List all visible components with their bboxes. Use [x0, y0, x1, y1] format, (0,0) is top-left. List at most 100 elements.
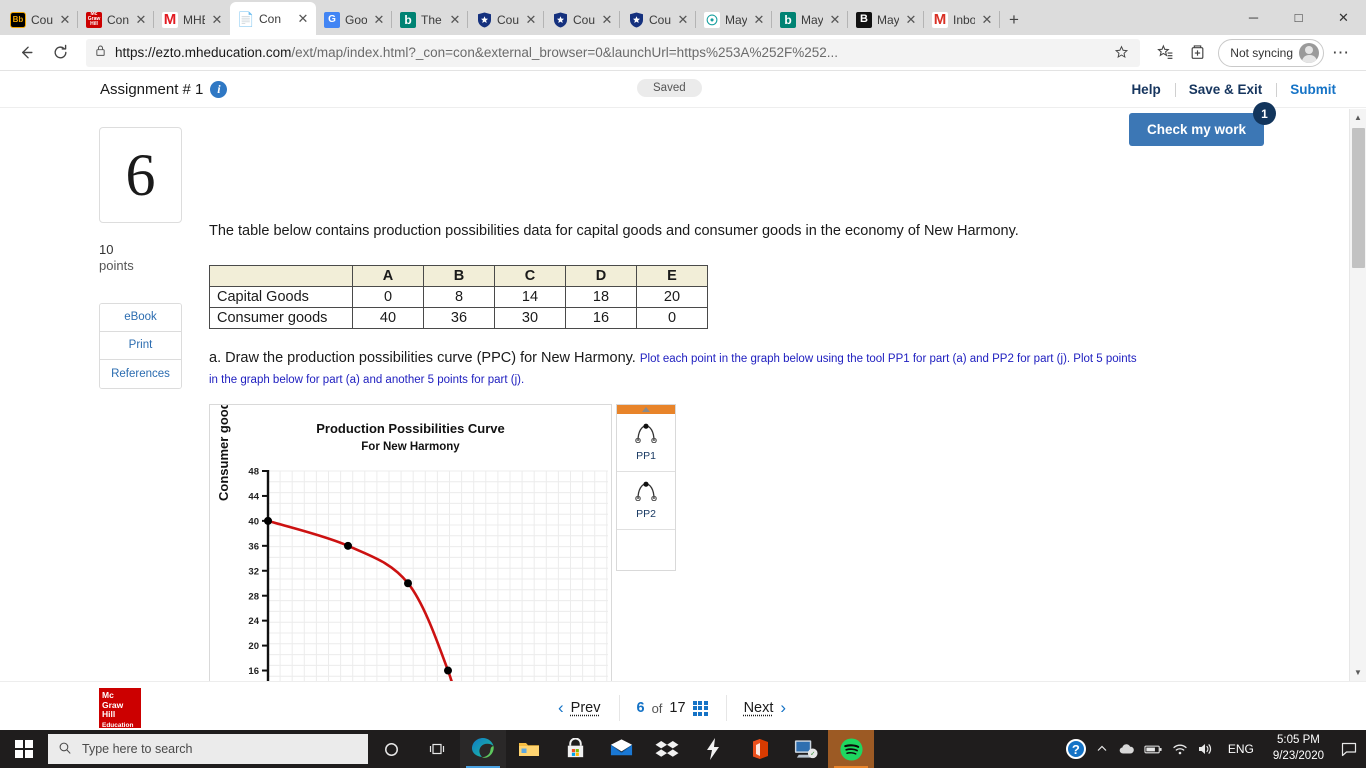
header-link-help[interactable]: Help [1117, 82, 1174, 97]
remote-desktop-icon[interactable]: ✓ [782, 730, 828, 768]
search-placeholder: Type here to search [82, 742, 193, 756]
battery-icon[interactable] [1141, 730, 1167, 768]
browser-tab[interactable]: Cou ✕ [620, 4, 696, 35]
browser-tab[interactable]: 📄 Con ✕ [230, 2, 316, 35]
close-icon[interactable]: ✕ [980, 13, 994, 26]
page-scrollbar[interactable]: ▲ ▼ [1349, 109, 1366, 681]
task-view-icon[interactable] [414, 730, 460, 768]
browser-tab[interactable]: Cou ✕ [544, 4, 620, 35]
tool-pp1[interactable]: PP1 [617, 414, 675, 473]
bing-icon: b [780, 11, 796, 28]
browser-tab[interactable]: Cou ✕ [468, 4, 544, 35]
tab-title: Cou [497, 12, 519, 27]
table-column-header: B [423, 265, 495, 288]
browser-tab[interactable]: B May ✕ [848, 4, 924, 35]
check-my-work-wrapper: Check my work 1 [1128, 102, 1276, 146]
svg-text:28: 28 [248, 592, 259, 603]
check-my-work-button[interactable]: Check my work [1128, 113, 1264, 146]
address-bar[interactable]: https://ezto.mheducation.com/ext/map/ind… [86, 38, 1141, 67]
back-arrow-icon[interactable] [10, 38, 42, 68]
maximize-button[interactable]: □ [1276, 0, 1321, 35]
window-controls: ─ □ ✕ [1231, 0, 1366, 35]
palette-collapse-handle[interactable] [617, 405, 675, 415]
prev-button[interactable]: ‹ Prev [540, 693, 619, 723]
wifi-icon[interactable] [1167, 730, 1193, 768]
browser-tab[interactable]: M Inbo ✕ [924, 4, 1000, 35]
spotify-icon[interactable] [828, 730, 874, 768]
svg-text:20: 20 [248, 642, 259, 653]
ellipsis-icon[interactable]: ⋯ [1326, 39, 1356, 67]
browser-tab[interactable]: b May ✕ [772, 4, 848, 35]
action-center-icon[interactable] [1334, 730, 1364, 768]
language-indicator[interactable]: ENG [1219, 742, 1263, 756]
close-icon[interactable]: ✕ [372, 13, 386, 26]
cortana-icon[interactable] [368, 730, 414, 768]
lightning-app-icon[interactable] [690, 730, 736, 768]
windows-start-icon[interactable] [0, 730, 48, 768]
tab-title: Con [107, 12, 129, 27]
header-link-save-exit[interactable]: Save & Exit [1174, 82, 1277, 97]
table-column-header: A [352, 265, 424, 288]
favorites-list-icon[interactable] [1150, 39, 1180, 67]
rail-button-references[interactable]: References [100, 359, 181, 388]
close-icon[interactable]: ✕ [524, 13, 538, 26]
quizlet-icon: ☉ [704, 11, 720, 28]
tab-title: Inbo [953, 12, 975, 27]
close-icon[interactable]: ✕ [752, 13, 766, 26]
scroll-up-arrow-icon[interactable]: ▲ [1350, 109, 1366, 126]
browser-tab[interactable]: ☉ May ✕ [696, 4, 772, 35]
close-icon[interactable]: ✕ [828, 13, 842, 26]
minimize-button[interactable]: ─ [1231, 0, 1276, 35]
mail-icon[interactable] [598, 730, 644, 768]
new-tab-button[interactable]: + [1000, 5, 1028, 35]
next-button[interactable]: Next › [725, 693, 805, 723]
microsoft-store-icon[interactable] [552, 730, 598, 768]
rail-button-ebook[interactable]: eBook [100, 303, 181, 332]
table-row-label: Consumer goods [209, 307, 353, 330]
close-icon[interactable]: ✕ [676, 13, 690, 26]
close-icon[interactable]: ✕ [296, 12, 310, 25]
volume-icon[interactable] [1193, 730, 1219, 768]
browser-tab[interactable]: G Goo ✕ [316, 4, 392, 35]
tool-pp2[interactable]: PP2 [617, 472, 675, 531]
browser-tab[interactable]: Mc Graw Hill Con ✕ [78, 4, 154, 35]
help-icon[interactable]: ? [1063, 730, 1089, 768]
google-translate-icon: G [324, 11, 340, 28]
browser-tab[interactable]: M MHE ✕ [154, 4, 230, 35]
edge-icon[interactable] [460, 730, 506, 768]
rail-button-print[interactable]: Print [100, 331, 181, 360]
file-explorer-icon[interactable] [506, 730, 552, 768]
close-icon[interactable]: ✕ [448, 13, 462, 26]
close-icon[interactable]: ✕ [210, 13, 224, 26]
tab-title: Cou [31, 12, 53, 27]
close-icon[interactable]: ✕ [58, 13, 72, 26]
grid-view-icon[interactable] [692, 700, 708, 716]
points-label: points [99, 258, 134, 274]
star-add-icon[interactable] [1110, 39, 1132, 67]
dropbox-icon[interactable] [644, 730, 690, 768]
close-icon[interactable]: ✕ [134, 13, 148, 26]
scrollbar-thumb[interactable] [1352, 128, 1365, 268]
table-corner-cell [209, 265, 353, 288]
browser-tab[interactable]: b The ✕ [392, 4, 468, 35]
browser-tab[interactable]: Bb Cou ✕ [2, 4, 78, 35]
question-prompt: The table below contains production poss… [209, 223, 1019, 239]
mcgraw-m-icon: M [162, 11, 178, 28]
of-label: of [651, 700, 663, 716]
header-link-submit[interactable]: Submit [1276, 82, 1350, 97]
scroll-down-arrow-icon[interactable]: ▼ [1350, 664, 1366, 681]
refresh-icon[interactable] [44, 38, 76, 68]
search-input[interactable]: Type here to search [48, 734, 368, 764]
onedrive-icon[interactable] [1115, 730, 1141, 768]
info-icon[interactable]: i [210, 80, 228, 98]
chevron-up-icon[interactable] [1089, 730, 1115, 768]
collections-icon[interactable] [1182, 39, 1212, 67]
office-icon[interactable] [736, 730, 782, 768]
close-icon[interactable]: ✕ [904, 13, 918, 26]
close-icon[interactable]: ✕ [600, 13, 614, 26]
close-button[interactable]: ✕ [1321, 0, 1366, 35]
clock[interactable]: 5:05 PM 9/23/2020 [1263, 733, 1334, 764]
chart-panel[interactable]: Production Possibilities Curve For New H… [209, 404, 612, 683]
profile-button[interactable]: Not syncing [1218, 38, 1324, 67]
chart-plot-area[interactable]: 48 44 40 36 32 28 24 20 16 [210, 463, 612, 682]
